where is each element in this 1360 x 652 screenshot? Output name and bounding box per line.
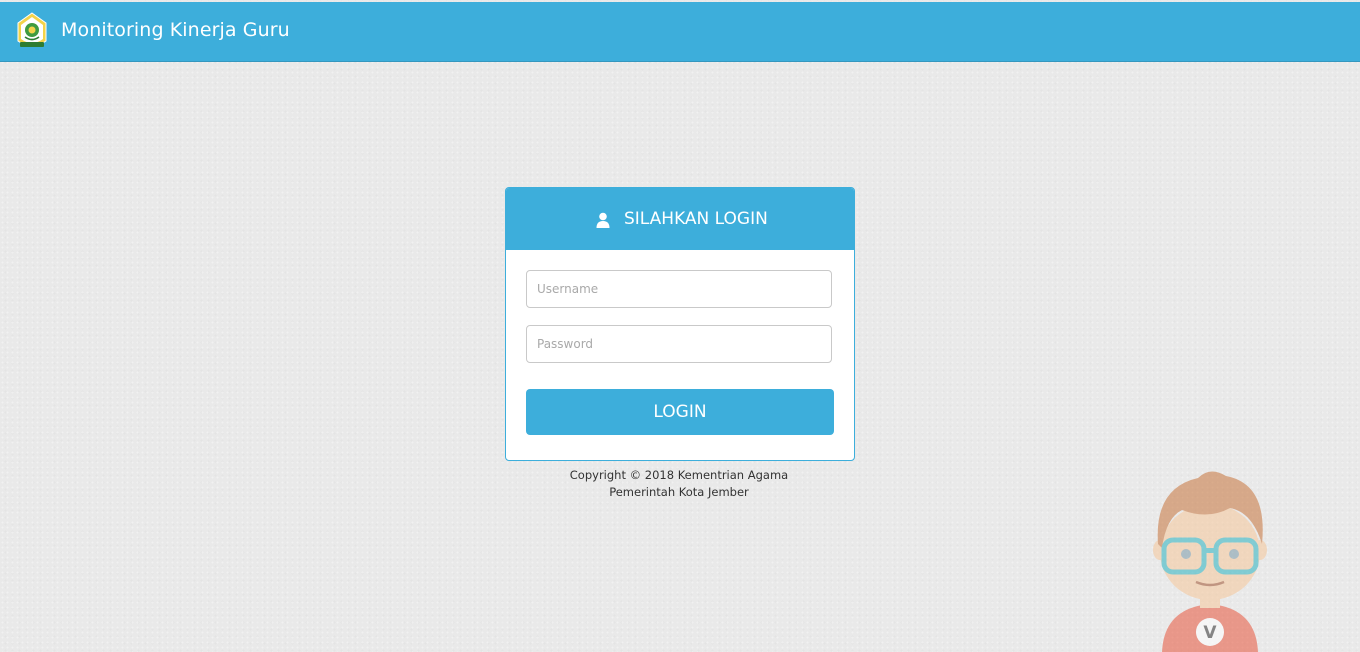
password-input[interactable]	[526, 325, 832, 363]
username-input[interactable]	[526, 270, 832, 308]
login-button[interactable]: LOGIN	[526, 389, 834, 435]
login-panel: SILAHKAN LOGIN LOGIN	[505, 187, 855, 461]
mascot-shirt-letter: V	[1203, 623, 1217, 643]
organization-line: Pemerintah Kota Jember	[609, 485, 749, 499]
top-navbar: Monitoring Kinerja Guru	[0, 2, 1360, 62]
copyright-line: Copyright © 2018 Kementrian Agama	[569, 468, 789, 482]
copyright-footer: Copyright © 2018 Kementrian Agama Pemeri…	[505, 467, 853, 501]
user-icon	[596, 212, 610, 228]
ministry-emblem-icon[interactable]	[14, 11, 50, 51]
cartoon-mascot-illustration: V	[1153, 471, 1267, 652]
app-title[interactable]: Monitoring Kinerja Guru	[61, 19, 290, 41]
login-panel-heading: SILAHKAN LOGIN	[506, 188, 854, 250]
login-heading: SILAHKAN LOGIN	[624, 209, 768, 229]
